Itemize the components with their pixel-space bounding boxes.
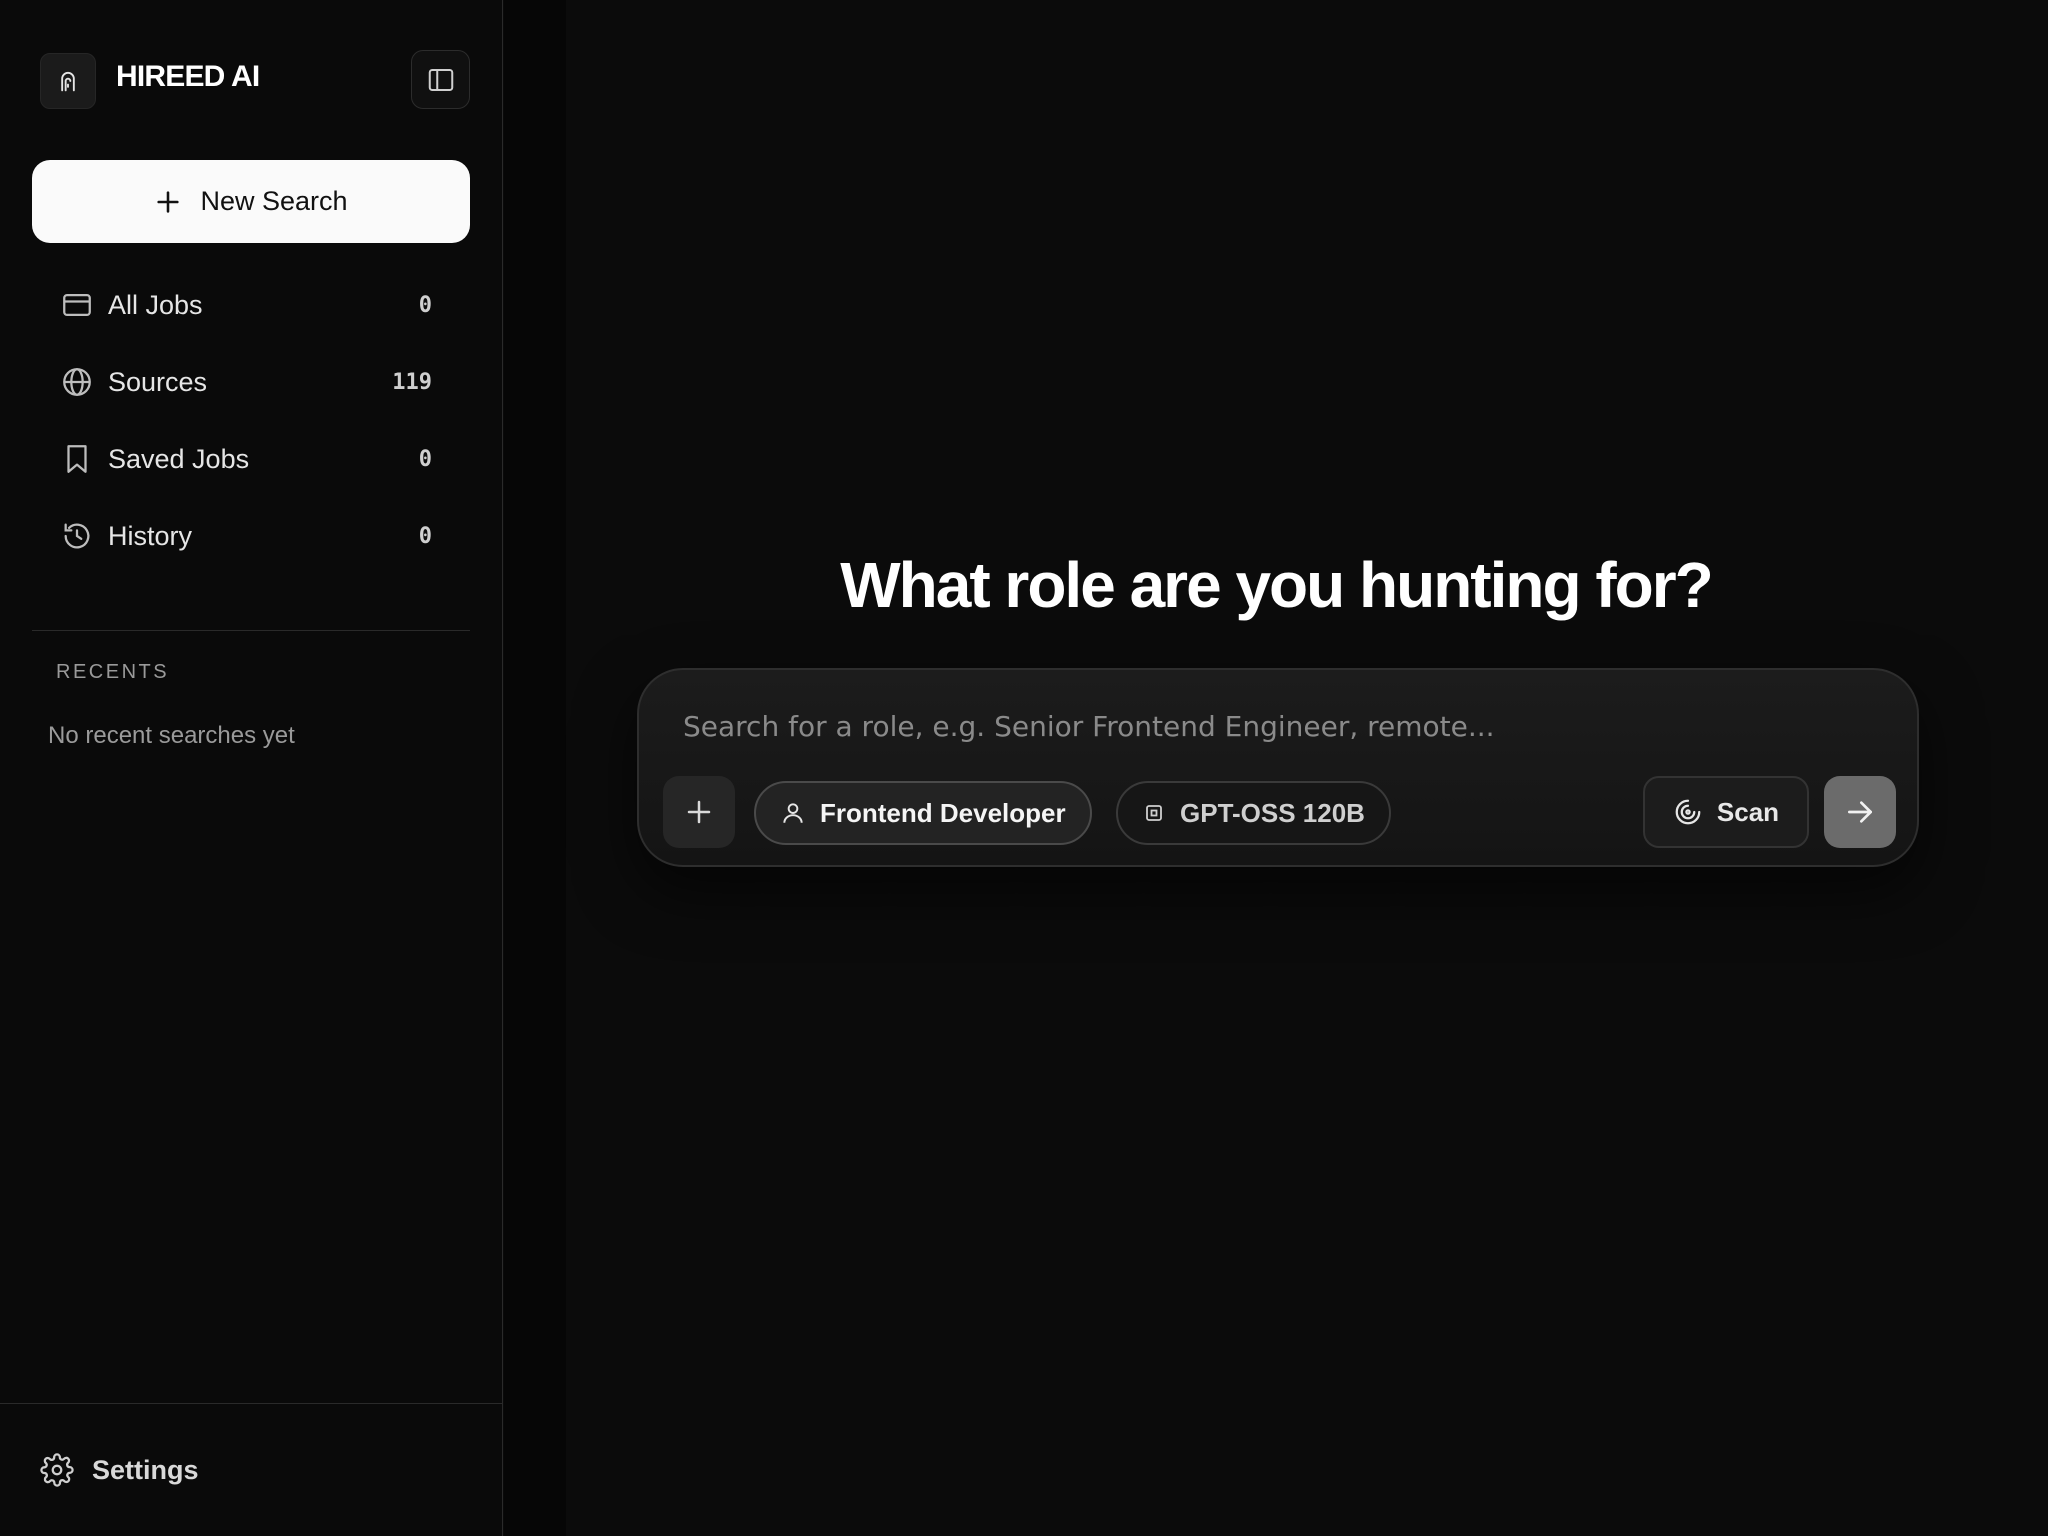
- recents-heading: RECENTS: [56, 661, 170, 683]
- new-search-label: New Search: [200, 186, 348, 216]
- brand-logo[interactable]: [40, 53, 96, 109]
- plus-icon: [687, 800, 711, 824]
- count-badge: 0: [418, 446, 432, 472]
- scan-button[interactable]: Scan: [1643, 776, 1809, 848]
- app-window: HIREED AI New Search All Jobs 0 Sources …: [0, 0, 2048, 1536]
- gear-icon: [40, 1453, 74, 1487]
- main-edge-shade: [504, 0, 566, 1536]
- cpu-chip-icon: [1146, 805, 1162, 821]
- count-badge: 0: [418, 292, 432, 318]
- sidebar: HIREED AI New Search All Jobs 0 Sources …: [0, 0, 503, 1536]
- sidebar-divider: [32, 630, 470, 631]
- sidebar-item-saved-jobs[interactable]: Saved Jobs 0: [60, 435, 432, 483]
- fingerprint-ghost-icon: [61, 71, 75, 92]
- sidebar-item-all-jobs[interactable]: All Jobs 0: [60, 281, 432, 329]
- scan-label: Scan: [1716, 796, 1780, 827]
- sidebar-item-label: History: [108, 520, 193, 551]
- history-icon: [60, 519, 94, 553]
- arrow-right-icon: [1848, 801, 1872, 823]
- sidebar-item-label: Sources: [108, 366, 208, 397]
- new-search-button[interactable]: New Search: [32, 160, 470, 243]
- globe-icon: [60, 365, 94, 399]
- add-attachment-button[interactable]: [663, 776, 735, 848]
- model-selector-chip[interactable]: GPT-OSS 120B: [1116, 781, 1391, 845]
- search-input[interactable]: [683, 706, 1863, 746]
- footer-divider: [0, 1403, 503, 1404]
- recents-empty-text: No recent searches yet: [48, 722, 295, 749]
- window-icon: [60, 288, 94, 322]
- brand-name: HIREED AI: [116, 60, 260, 93]
- plus-icon: [157, 190, 180, 213]
- main-panel: What role are you hunting for? Frontend …: [504, 0, 2048, 1536]
- settings-button[interactable]: Settings: [40, 1448, 199, 1492]
- sidebar-panel-icon: [428, 68, 453, 91]
- sidebar-item-sources[interactable]: Sources 119: [60, 358, 432, 406]
- count-badge: 0: [418, 523, 432, 549]
- submit-search-button[interactable]: [1824, 776, 1896, 848]
- role-chip[interactable]: Frontend Developer: [754, 781, 1092, 845]
- count-badge: 119: [392, 369, 432, 395]
- sidebar-item-history[interactable]: History 0: [60, 512, 432, 560]
- scan-spiral-icon: [1675, 799, 1701, 825]
- user-icon: [783, 803, 803, 823]
- bookmark-icon: [60, 442, 94, 476]
- sidebar-toggle-button[interactable]: [411, 50, 470, 109]
- sidebar-item-label: All Jobs: [108, 289, 203, 320]
- settings-label: Settings: [92, 1454, 199, 1485]
- page-title: What role are you hunting for?: [840, 549, 1714, 621]
- model-chip-label: GPT-OSS 120B: [1180, 797, 1365, 828]
- sidebar-item-label: Saved Jobs: [108, 443, 250, 474]
- search-composer: Frontend Developer GPT-OSS 120B Scan: [637, 668, 1919, 867]
- role-chip-label: Frontend Developer: [820, 797, 1066, 828]
